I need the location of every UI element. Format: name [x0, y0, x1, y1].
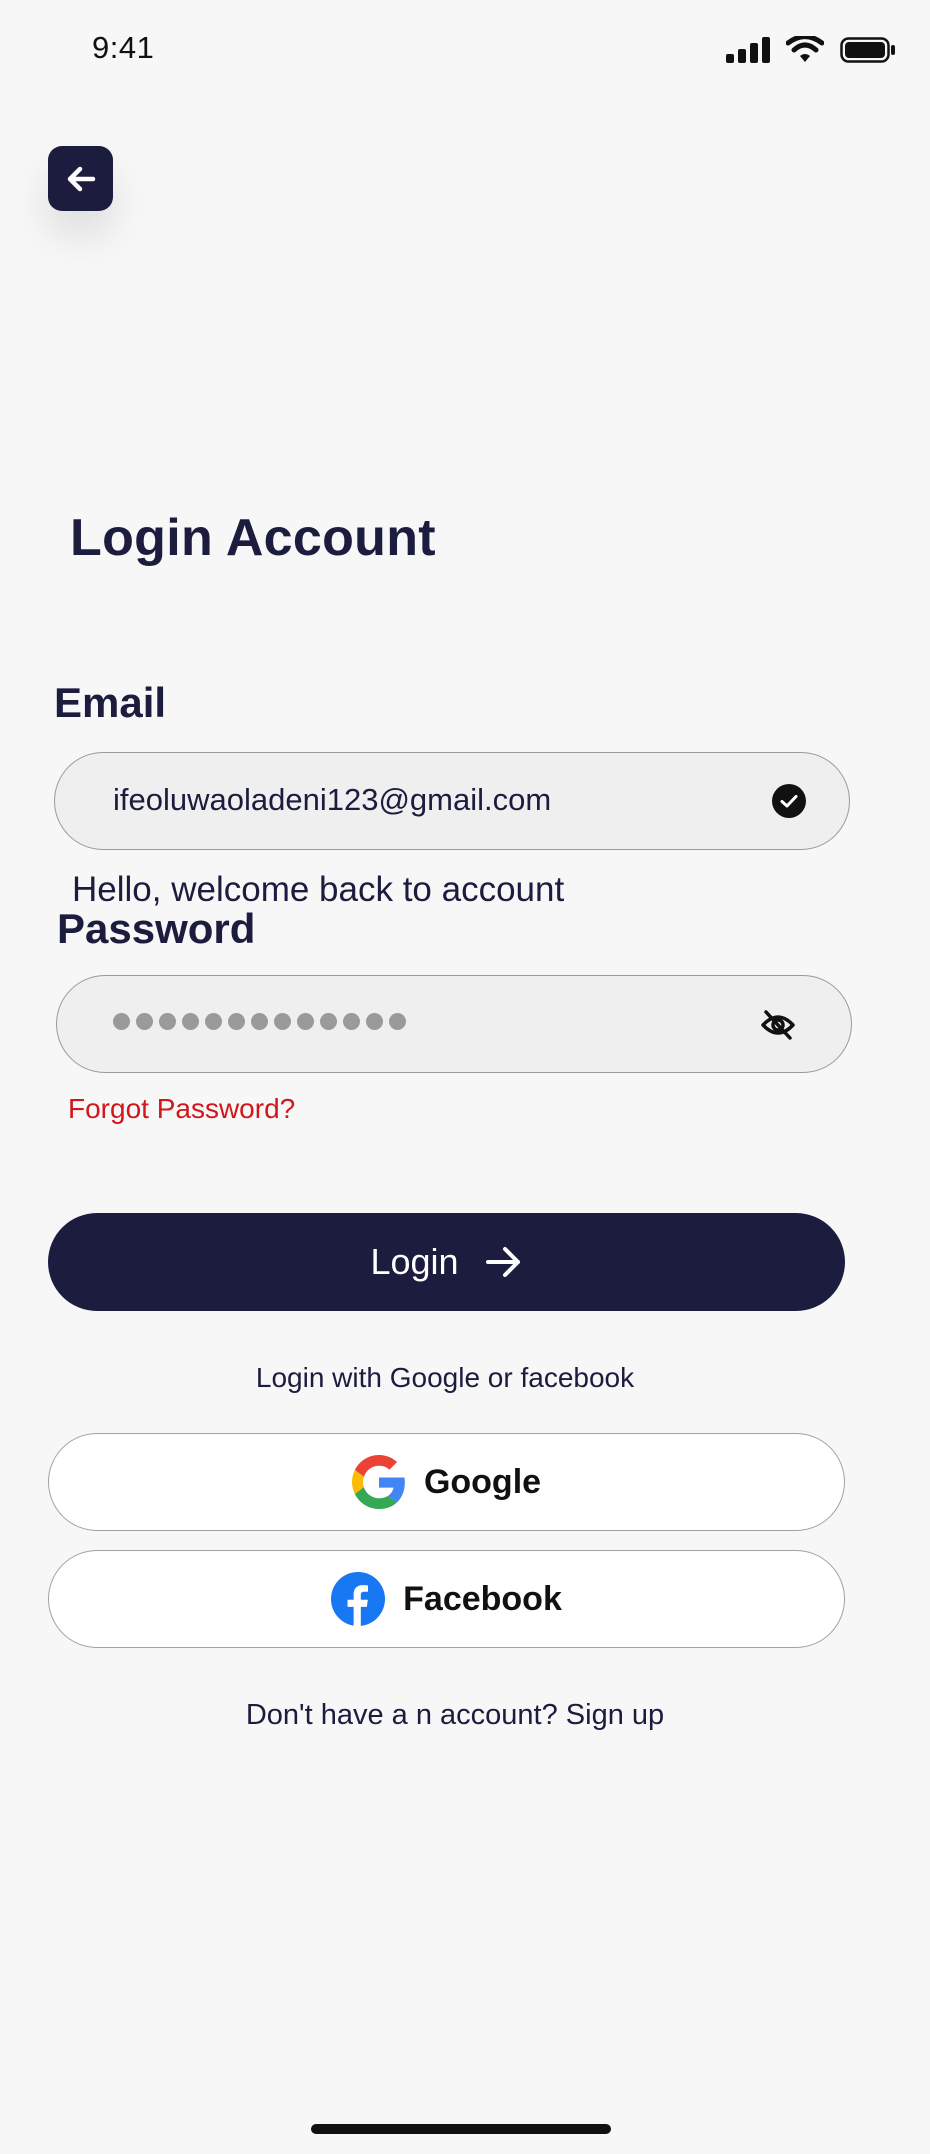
status-time: 9:41	[92, 30, 155, 65]
password-mask-dot	[389, 1013, 406, 1030]
password-mask-dot	[366, 1013, 383, 1030]
welcome-text: Hello, welcome back to account	[72, 870, 565, 909]
wifi-icon	[786, 36, 824, 62]
password-mask-dot	[159, 1013, 176, 1030]
password-mask-dot	[251, 1013, 268, 1030]
back-arrow-icon	[67, 166, 95, 191]
google-logo-icon	[351, 1455, 405, 1509]
email-value: ifeoluwaoladeni123@gmail.com	[113, 782, 552, 817]
arrow-right-icon	[485, 1247, 520, 1277]
facebook-logo-icon	[331, 1572, 386, 1626]
home-indicator	[311, 2124, 611, 2134]
password-mask-dot	[228, 1013, 245, 1030]
password-label: Password	[57, 905, 256, 952]
check-circle-icon	[772, 784, 806, 818]
password-mask	[113, 1013, 406, 1030]
facebook-login-button[interactable]: Facebook	[48, 1550, 845, 1648]
google-login-button[interactable]: Google	[48, 1433, 845, 1531]
password-mask-dot	[136, 1013, 153, 1030]
password-field[interactable]	[56, 975, 852, 1073]
eye-off-icon[interactable]	[761, 1009, 795, 1041]
battery-icon	[840, 37, 895, 63]
forgot-password-link[interactable]: Forgot Password?	[68, 1093, 295, 1125]
password-mask-dot	[274, 1013, 291, 1030]
password-mask-dot	[113, 1013, 130, 1030]
login-screen: 9:41 Login Account Email ifeoluwaoladeni…	[0, 0, 930, 2154]
back-button[interactable]	[48, 146, 113, 211]
password-mask-dot	[320, 1013, 337, 1030]
status-icons	[726, 36, 896, 64]
email-label: Email	[54, 679, 167, 726]
password-mask-dot	[205, 1013, 222, 1030]
password-mask-dot	[343, 1013, 360, 1030]
facebook-label: Facebook	[403, 1579, 562, 1618]
email-field[interactable]: ifeoluwaoladeni123@gmail.com	[54, 752, 850, 850]
social-login-caption: Login with Google or facebook	[255, 1362, 635, 1393]
signup-link[interactable]: Don't have a n account? Sign up	[0, 1699, 910, 1732]
password-mask-dot	[297, 1013, 314, 1030]
page-title: Login Account	[70, 509, 436, 567]
password-mask-dot	[182, 1013, 199, 1030]
google-label: Google	[423, 1462, 542, 1501]
signal-icon	[726, 37, 770, 63]
login-button[interactable]: Login	[48, 1213, 845, 1311]
login-button-label: Login	[370, 1241, 459, 1282]
